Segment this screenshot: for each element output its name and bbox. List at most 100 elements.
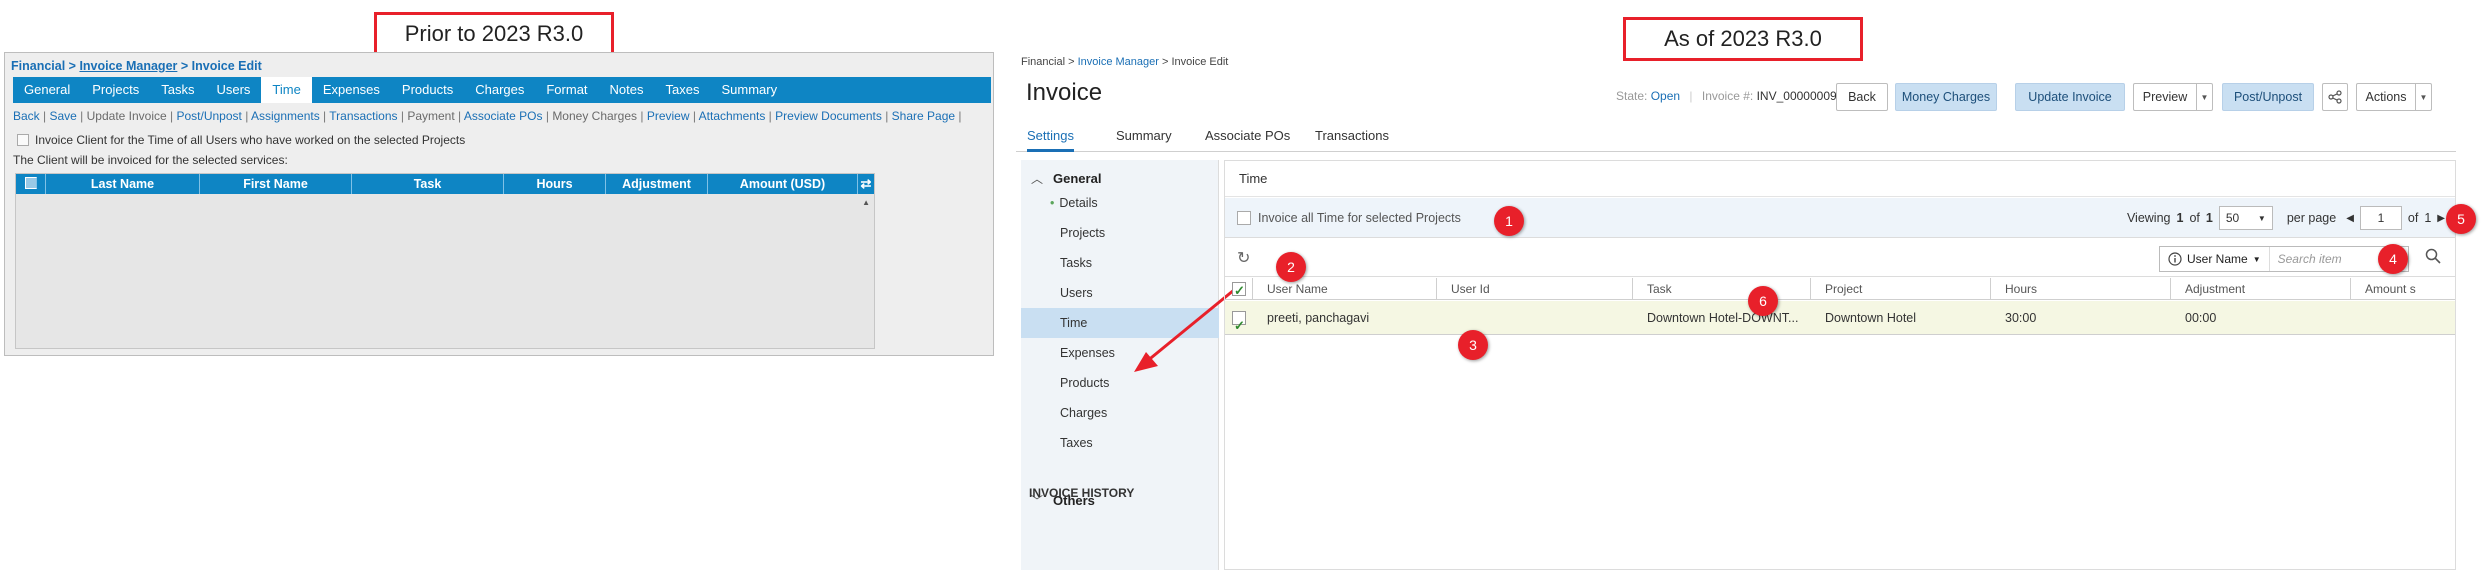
col-user-id[interactable]: User Id (1437, 278, 1633, 299)
sidebar-item-details[interactable]: Details (1021, 188, 1219, 218)
table-row[interactable]: preeti, panchagavi Downtown Hotel-DOWNT.… (1225, 301, 2455, 335)
sidebar-item-projects[interactable]: Projects (1021, 218, 1219, 248)
col-amount[interactable]: Amount s (2351, 278, 2455, 299)
invoice-number-label: Invoice #: (1701, 89, 1754, 103)
search-icon[interactable] (2425, 248, 2441, 264)
row-checkbox[interactable] (1232, 309, 1246, 334)
invoice-all-bar: Invoice all Time for selected Projects V… (1225, 198, 2455, 238)
cell-task: Downtown Hotel-DOWNT... (1647, 311, 1799, 325)
chevron-down-icon: ▼ (2252, 254, 2261, 264)
old-tab-expenses[interactable]: Expenses (312, 77, 391, 103)
grid-toolbar: ↻ User Name ▼ Search item (1225, 239, 2455, 277)
post-unpost-button[interactable]: Post/Unpost (2222, 83, 2314, 111)
sidebar-item-taxes[interactable]: Taxes (1021, 428, 1219, 458)
old-tab-taxes[interactable]: Taxes (655, 77, 711, 103)
page-input[interactable]: 1 (2359, 206, 2402, 230)
per-page-select[interactable]: 50 ▼ (2218, 206, 2273, 230)
link-attachments[interactable]: Attachments (699, 109, 766, 123)
sidebar-item-tasks[interactable]: Tasks (1021, 248, 1219, 278)
search-input[interactable]: Search item (2270, 252, 2342, 266)
new-invoice-panel: Financial > Invoice Manager > Invoice Ed… (1016, 52, 2476, 582)
cell-amount (2351, 301, 2455, 334)
tab-summary[interactable]: Summary (1116, 120, 1172, 152)
link-back[interactable]: Back (13, 109, 40, 123)
breadcrumb-financial[interactable]: Financial (11, 59, 65, 73)
state-value[interactable]: Open (1651, 89, 1680, 103)
state-label: State: (1616, 89, 1648, 103)
link-assignments[interactable]: Assignments (251, 109, 320, 123)
link-preview[interactable]: Preview (647, 109, 690, 123)
breadcrumb-financial[interactable]: Financial (1021, 56, 1065, 68)
col-adjustment[interactable]: Adjustment (2171, 278, 2351, 299)
col-project[interactable]: Project (1811, 278, 1991, 299)
old-tab-products[interactable]: Products (391, 77, 464, 103)
old-col-last-name[interactable]: Last Name (46, 174, 200, 194)
section-title: Time (1225, 161, 2455, 197)
tab-settings[interactable]: Settings (1027, 120, 1074, 152)
old-grid-select-all[interactable] (16, 174, 46, 194)
per-page-label: per page (2286, 211, 2337, 225)
sidebar-group-general[interactable]: ︿ General (1031, 170, 1101, 187)
search-field-select[interactable]: User Name ▼ (2160, 247, 2270, 271)
link-associate-pos[interactable]: Associate POs (464, 109, 543, 123)
prev-page-icon[interactable]: ◀ (2346, 213, 2354, 224)
link-preview-documents[interactable]: Preview Documents (775, 109, 882, 123)
old-col-task[interactable]: Task (352, 174, 504, 194)
invoice-all-checkbox[interactable] (1237, 211, 1251, 225)
old-tab-charges[interactable]: Charges (464, 77, 535, 103)
col-task[interactable]: Task (1633, 278, 1811, 299)
old-col-adjustment[interactable]: Adjustment (606, 174, 708, 194)
sidebar-group-label: General (1053, 171, 1102, 186)
breadcrumb-current: Invoice Edit (1171, 56, 1229, 68)
invoice-all-row: Invoice all Time for selected Projects (1237, 211, 1461, 225)
marker-1: 1 (1494, 206, 1524, 236)
update-invoice-button[interactable]: Update Invoice (2015, 83, 2125, 111)
preview-button[interactable]: Preview ▼ (2133, 83, 2213, 111)
next-page-icon[interactable]: ▶ (2437, 213, 2445, 224)
actions-button[interactable]: Actions ▼ (2356, 83, 2432, 111)
old-tab-notes[interactable]: Notes (599, 77, 655, 103)
tab-transactions[interactable]: Transactions (1315, 120, 1389, 152)
invoice-history-link[interactable]: INVOICE HISTORY (1029, 486, 1134, 500)
invoice-number: INV_00000009 (1756, 89, 1837, 103)
old-col-first-name[interactable]: First Name (200, 174, 352, 194)
select-all-cell[interactable] (1225, 278, 1253, 299)
swap-columns-icon[interactable]: ⇄ (858, 174, 874, 194)
old-col-amount[interactable]: Amount (USD) (708, 174, 858, 194)
scroll-up-icon[interactable]: ▲ (862, 198, 870, 207)
chevron-down-icon[interactable]: ▼ (2196, 84, 2212, 110)
cell-user-id (1437, 301, 1633, 334)
back-button[interactable]: Back (1836, 83, 1888, 111)
money-charges-button[interactable]: Money Charges (1895, 83, 1997, 111)
old-tab-format[interactable]: Format (535, 77, 598, 103)
row-select-cell[interactable] (1225, 301, 1253, 334)
breadcrumb-invoice-manager[interactable]: Invoice Manager (79, 59, 177, 73)
old-tab-users[interactable]: Users (205, 77, 261, 103)
breadcrumb-current: Invoice Edit (191, 59, 262, 73)
viewing-total: 1 (2205, 211, 2213, 225)
col-hours[interactable]: Hours (1991, 278, 2171, 299)
old-tab-time[interactable]: Time (261, 77, 312, 103)
link-share-page[interactable]: Share Page (892, 109, 955, 123)
link-transactions[interactable]: Transactions (329, 109, 397, 123)
old-col-hours[interactable]: Hours (504, 174, 606, 194)
share-button[interactable] (2322, 83, 2348, 111)
chevron-down-icon[interactable]: ▼ (2415, 84, 2431, 110)
old-tab-bar: General Projects Tasks Users Time Expens… (13, 77, 991, 103)
tab-associate-pos[interactable]: Associate POs (1205, 120, 1290, 152)
viewing-from: 1 (2176, 211, 2184, 225)
col-user-name[interactable]: User Name (1253, 278, 1437, 299)
sidebar-item-charges[interactable]: Charges (1021, 398, 1219, 428)
select-all-checkbox[interactable] (1232, 280, 1246, 299)
link-save[interactable]: Save (49, 109, 76, 123)
refresh-icon[interactable]: ↻ (1237, 248, 1250, 268)
old-tab-general[interactable]: General (13, 77, 81, 103)
divider: | (1689, 89, 1693, 103)
old-tab-summary[interactable]: Summary (710, 77, 788, 103)
old-invoice-all-checkbox[interactable] (17, 134, 29, 146)
old-tab-tasks[interactable]: Tasks (150, 77, 205, 103)
breadcrumb-invoice-manager[interactable]: Invoice Manager (1078, 56, 1159, 68)
old-tab-projects[interactable]: Projects (81, 77, 150, 103)
old-invoice-panel: Financial > Invoice Manager > Invoice Ed… (4, 52, 994, 356)
link-post-unpost[interactable]: Post/Unpost (177, 109, 242, 123)
